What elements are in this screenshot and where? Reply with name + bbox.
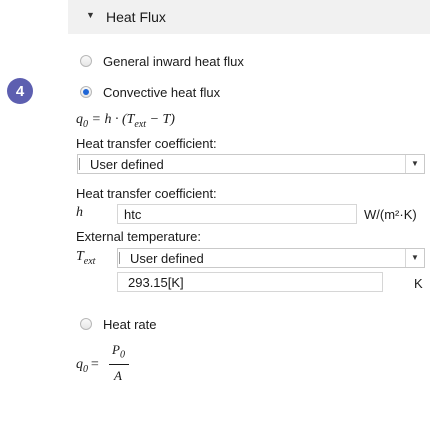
external-temperature-dropdown[interactable]: User defined ▼ (117, 248, 425, 268)
fraction-bar (109, 364, 129, 365)
heat-flux-section-header[interactable]: ▼ Heat Flux (68, 0, 430, 34)
radio-convective-heat-flux[interactable]: Convective heat flux (77, 84, 327, 102)
external-temperature-input[interactable]: 293.15[K] (117, 272, 383, 292)
dropdown-edge (119, 252, 120, 264)
dropdown-value: User defined (90, 157, 164, 172)
external-temperature-value: 293.15[K] (128, 275, 184, 290)
dropdown-arrow-icon[interactable]: ▼ (405, 249, 424, 267)
radio-label: Heat rate (103, 317, 157, 332)
section-title: Heat Flux (106, 9, 166, 25)
radio-label: Convective heat flux (103, 85, 221, 100)
dropdown-value: User defined (130, 251, 204, 266)
htc-unit: W/(m²·K) (364, 207, 417, 222)
dropdown-arrow-icon[interactable]: ▼ (405, 155, 424, 173)
radio-button-icon[interactable] (80, 318, 92, 330)
radio-button-icon[interactable] (80, 55, 92, 67)
htc-input[interactable]: htc (117, 204, 357, 224)
dropdown-edge (79, 158, 80, 170)
text-symbol: Text (76, 249, 96, 267)
external-temperature-unit: K (414, 276, 423, 291)
radio-heat-rate[interactable]: Heat rate (77, 316, 327, 334)
step-number-badge: 4 (7, 78, 33, 104)
htc-symbol: h (76, 205, 83, 220)
radio-label: General inward heat flux (103, 54, 244, 69)
htc-field-label: Heat transfer coefficient: (76, 186, 217, 201)
radio-button-selected-icon[interactable] (80, 86, 92, 98)
collapse-triangle-icon[interactable]: ▼ (86, 10, 95, 20)
heat-rate-equation: q0 = P0 A (76, 340, 196, 390)
htc-dropdown[interactable]: User defined ▼ (77, 154, 425, 174)
htc-select-label: Heat transfer coefficient: (76, 136, 217, 151)
htc-input-value: htc (124, 207, 142, 222)
convective-heat-flux-equation: q0 = h · (Text − T) (76, 112, 175, 130)
radio-general-inward-heat-flux[interactable]: General inward heat flux (77, 53, 327, 71)
external-temperature-label: External temperature: (76, 229, 202, 244)
